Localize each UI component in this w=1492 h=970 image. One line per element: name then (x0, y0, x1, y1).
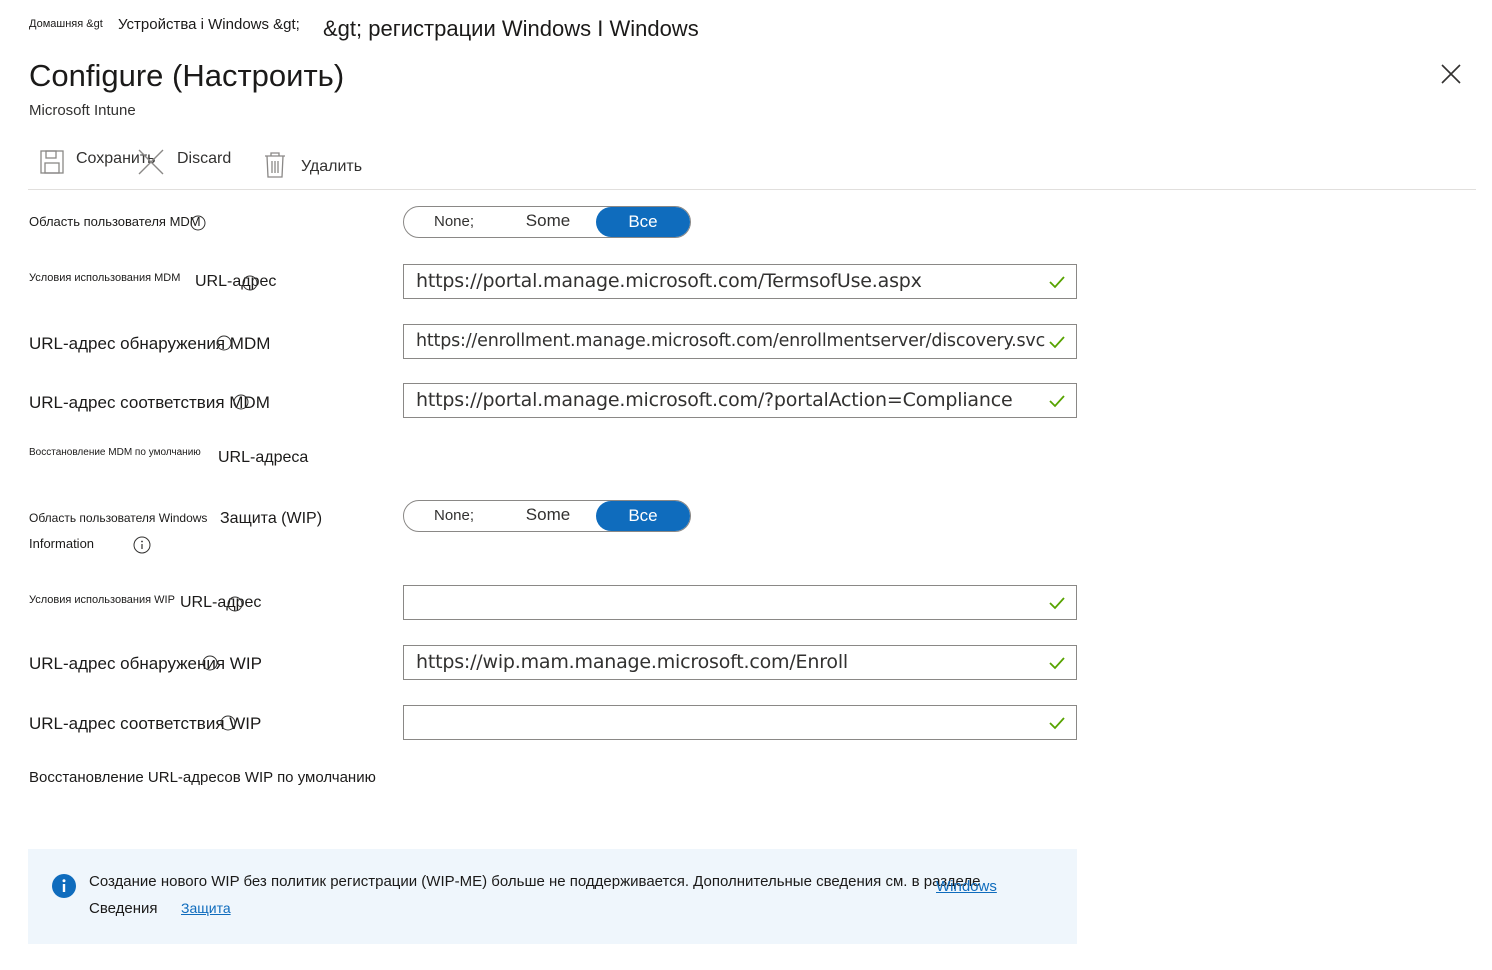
info-icon[interactable] (133, 536, 151, 554)
info-icon[interactable] (190, 215, 206, 231)
wip-restore-link[interactable]: Восстановление URL-адресов WIP по умолча… (29, 769, 376, 786)
wip-terms-url-label: URL-адрес (180, 594, 262, 611)
mdm-discovery-url-label: URL-адрес обнаружения MDM (29, 334, 271, 353)
wip-compliance-url-input[interactable] (403, 705, 1077, 740)
info-icon[interactable] (227, 596, 243, 612)
mdm-scope-some[interactable]: Some (512, 206, 584, 236)
check-icon (1048, 333, 1066, 351)
discard-icon[interactable] (137, 148, 165, 176)
mdm-compliance-url-input[interactable]: https://portal.manage.microsoft.com/?por… (403, 383, 1077, 418)
wip-scope-some[interactable]: Some (512, 500, 584, 530)
wip-terms-url-input[interactable] (403, 585, 1077, 620)
toolbar-divider (28, 189, 1476, 190)
breadcrumb-enrollment[interactable]: &gt; регистрации Windows I Windows (323, 16, 699, 42)
info-banner: Создание нового WIP без политик регистра… (28, 849, 1077, 944)
discard-button[interactable]: Discard (177, 145, 231, 179)
banner-line2-prefix: Сведения (89, 900, 158, 917)
wip-discovery-url-label: URL-адрес обнаружения WIP (29, 654, 262, 673)
page-subtitle: Microsoft Intune (29, 102, 136, 119)
mdm-terms-url-input[interactable]: https://portal.manage.microsoft.com/Term… (403, 264, 1077, 299)
mdm-discovery-url-value: https://enrollment.manage.microsoft.com/… (416, 331, 1046, 351)
delete-button[interactable]: Удалить (263, 148, 362, 182)
info-icon[interactable] (216, 335, 232, 351)
info-icon[interactable] (202, 655, 218, 671)
info-icon[interactable] (242, 275, 258, 291)
wip-discovery-url-value: https://wip.mam.manage.microsoft.com/Enr… (416, 651, 848, 673)
mdm-terms-url-label-small: Условия использования MDM (29, 272, 181, 284)
mdm-user-scope-toggle[interactable]: None; Some Все (403, 206, 691, 238)
save-icon (39, 149, 65, 175)
wip-user-scope-toggle[interactable]: None; Some Все (403, 500, 691, 532)
breadcrumb-home[interactable]: Домашняя &gt (29, 18, 103, 30)
wip-discovery-url-input[interactable]: https://wip.mam.manage.microsoft.com/Enr… (403, 645, 1077, 680)
mdm-terms-url-value: https://portal.manage.microsoft.com/Term… (416, 270, 922, 292)
banner-link-windows[interactable]: Windows (936, 878, 997, 895)
check-icon (1048, 714, 1066, 732)
wip-terms-url-label-small: Условия использования WIP (29, 594, 175, 606)
mdm-scope-none[interactable]: None; (422, 207, 486, 237)
check-icon (1048, 392, 1066, 410)
page-title: Configure (Настроить) (29, 58, 345, 93)
check-icon (1048, 273, 1066, 291)
info-icon[interactable] (220, 715, 236, 731)
mdm-terms-url-label: URL-адрес (195, 273, 277, 290)
banner-link-protection[interactable]: Защита (181, 900, 255, 916)
wip-scope-none[interactable]: None; (422, 501, 486, 531)
mdm-restore-link[interactable]: URL-адреса (218, 449, 308, 467)
wip-scope-all[interactable]: Все (596, 501, 690, 531)
wip-user-scope-label-small: Область пользователя Windows (29, 511, 208, 525)
banner-message: Создание нового WIP без политик регистра… (89, 873, 981, 890)
wip-user-scope-label-line2: Information (29, 536, 95, 551)
mdm-compliance-url-value: https://portal.manage.microsoft.com/?por… (416, 389, 1013, 411)
wip-user-scope-label: Защита (WIP) (220, 510, 323, 527)
close-icon[interactable] (1437, 60, 1465, 88)
delete-label: Удалить (301, 157, 363, 175)
breadcrumb-devices[interactable]: Устройства i Windows &gt; (118, 16, 300, 33)
mdm-scope-all[interactable]: Все (596, 207, 690, 237)
delete-icon (263, 151, 287, 179)
info-icon[interactable] (233, 394, 249, 410)
discard-label: Discard (177, 150, 232, 167)
info-filled-icon (52, 874, 76, 898)
mdm-discovery-url-input[interactable]: https://enrollment.manage.microsoft.com/… (403, 324, 1077, 359)
mdm-restore-label-small: Восстановление MDM по умолчанию (29, 447, 201, 458)
check-icon (1048, 594, 1066, 612)
mdm-user-scope-label: Область пользователя MDM (29, 214, 201, 229)
check-icon (1048, 654, 1066, 672)
